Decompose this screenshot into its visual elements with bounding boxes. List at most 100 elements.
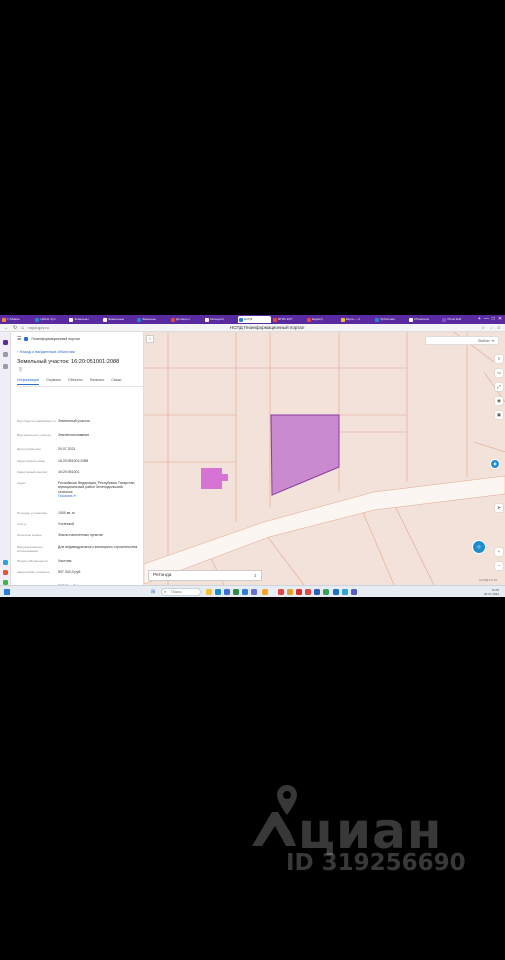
zoom-in-button[interactable]: + — [495, 548, 503, 556]
windows-start-icon[interactable]: ⊞ — [151, 589, 157, 595]
tab-label: НСПД — [243, 317, 253, 321]
reload-icon[interactable]: ↻ — [13, 324, 17, 332]
tab-label: Земельны — [142, 317, 157, 321]
panel-tab[interactable]: Информация — [17, 378, 40, 385]
system-clock[interactable]: 11:05 26.07.2024 — [484, 588, 499, 596]
browser-tab[interactable]: Р. Абакан — [1, 316, 34, 323]
print-tool[interactable]: ▭ — [495, 369, 503, 377]
tab-favicon-icon — [442, 317, 447, 322]
bookmark-icon[interactable]: ☆ — [481, 324, 485, 332]
portal-logo-icon — [24, 337, 29, 341]
panel-tab[interactable]: Связи — [111, 378, 121, 384]
tab-favicon-icon — [205, 317, 210, 322]
browser-tab[interactable]: Кадастр — [306, 316, 339, 323]
browser-tab[interactable]: Земельны — [136, 316, 169, 323]
browser-tab[interactable]: ФГИС ЕГР — [272, 316, 305, 323]
taskbar-search[interactable]: Поиск — [161, 588, 201, 596]
tab-label: Кадастр — [311, 317, 324, 321]
attribute-value-text: Для индивидуального жилищного строительс… — [58, 545, 138, 549]
copy-icon[interactable]: ⎘ — [19, 367, 143, 372]
zoom-out-button[interactable]: − — [495, 562, 503, 570]
attribute-row: Вид земельного участка Землепользование — [17, 433, 139, 437]
excel-app-icon[interactable] — [233, 589, 239, 595]
tab-favicon-icon — [35, 317, 40, 322]
measure-tool[interactable]: ⤢ — [495, 383, 503, 391]
panel-tab[interactable]: Объекты — [68, 378, 83, 384]
attribute-label: Адрес — [17, 481, 26, 485]
vk-icon[interactable] — [3, 570, 8, 575]
browser-tab[interactable]: Земельны — [68, 316, 101, 323]
attribute-value-text: 16:20:051001 — [58, 470, 80, 474]
browser-tab[interactable]: Объявлени — [408, 316, 441, 323]
attribute-row: Вид объекта недвижимости Земельный участо… — [17, 419, 139, 423]
support-button[interactable]: ◎ — [472, 540, 486, 554]
widgets-icon[interactable] — [4, 589, 10, 595]
login-label: Войти — [478, 338, 490, 343]
layers-tool[interactable]: ≡ — [495, 355, 503, 363]
tab-label: Договор о — [176, 317, 190, 321]
chat-assistant-button[interactable]: ◉ — [490, 459, 500, 469]
word-app-icon[interactable] — [314, 589, 320, 595]
map-view[interactable]: ‹ Войти ⇥ ≡ ▭ ⤢ ◉ ▣ ◉ ➤ + − ◎ Ретонда ⇕ … — [144, 332, 505, 585]
calendar-icon[interactable] — [3, 364, 8, 369]
attribute-row: Кадастровый номер 16:20:051001:2088 — [17, 459, 139, 463]
layer-select[interactable]: Ретонда ⇕ — [148, 570, 262, 581]
attribute-label: Категория земель — [17, 533, 42, 537]
back-icon[interactable]: ← — [4, 324, 9, 332]
new-tab-icon[interactable]: + — [478, 316, 481, 323]
browser-tab[interactable]: Земельные — [102, 316, 135, 323]
url-field[interactable]: nspd.gov.ru — [28, 325, 58, 330]
maximize-icon[interactable]: □ — [492, 316, 495, 323]
menu-icon[interactable]: ≡ — [497, 324, 500, 332]
attribute-value-text: Учтенный — [58, 522, 74, 526]
browser-tab[interactable]: Калькулят — [204, 316, 237, 323]
attribute-label: Вид разрешенного использования — [17, 545, 44, 553]
back-to-results-link[interactable]: ‹ Назад к найденным объектам — [17, 349, 143, 355]
attribute-label: Кадастровый квартал — [17, 470, 48, 474]
tab-label: Объявлени — [413, 317, 430, 321]
store-app-icon[interactable] — [224, 589, 230, 595]
attribute-row: Дата присвоения 20.07.2021 — [17, 447, 139, 451]
browser-tab[interactable]: Карта — 2 — [340, 316, 373, 323]
yandex-app-icon[interactable] — [278, 589, 284, 595]
hamburger-icon[interactable]: ☰ — [17, 336, 21, 342]
mail-icon[interactable] — [3, 352, 8, 357]
locate-tool[interactable]: ➤ — [495, 504, 503, 512]
close-icon[interactable]: ✕ — [498, 316, 502, 323]
browser-tab[interactable]: ЦИАН: Куп — [34, 316, 67, 323]
files-app-icon[interactable] — [262, 589, 268, 595]
selected-plot-marker[interactable] — [201, 468, 222, 489]
attribute-value-text: 16:20:051001:2088 — [58, 459, 89, 463]
teams-app-icon[interactable] — [351, 589, 357, 595]
tab-label: Р. Абакан — [6, 317, 20, 321]
legend-tool[interactable]: ◉ — [495, 397, 503, 405]
tab-label: Photo Edit — [447, 317, 462, 321]
browser-app-icon[interactable] — [305, 589, 311, 595]
basemap-tool[interactable]: ▣ — [495, 411, 503, 419]
show-more-link[interactable]: Показать ▾ — [58, 494, 139, 498]
browser-tab[interactable]: Photo Edit — [441, 316, 474, 323]
download-icon[interactable]: ↓ — [490, 324, 492, 332]
outlook-app-icon[interactable] — [333, 589, 339, 595]
opera-app-icon[interactable] — [296, 589, 302, 595]
browser-tab[interactable]: Договор о — [170, 316, 203, 323]
chrome-app-icon[interactable] — [287, 589, 293, 595]
vpn-app-icon[interactable] — [323, 589, 329, 595]
explorer-app-icon[interactable] — [206, 589, 212, 595]
mail-app-icon[interactable] — [242, 589, 248, 595]
edge-app-icon[interactable] — [215, 589, 221, 595]
panel-tab[interactable]: Наличие — [90, 378, 105, 384]
panel-tab[interactable]: Сервисы — [46, 378, 61, 384]
photos-app-icon[interactable] — [251, 589, 257, 595]
login-button[interactable]: Войти ⇥ — [425, 336, 499, 345]
selected-plot-outline[interactable] — [270, 414, 340, 496]
telegram-icon[interactable] — [3, 560, 8, 565]
attribute-label: Форма собственности — [17, 559, 48, 563]
minimize-icon[interactable]: — — [484, 316, 489, 323]
messenger-icon[interactable] — [3, 340, 8, 345]
home-icon[interactable]: ⌂ — [21, 324, 24, 332]
collapse-panel-button[interactable]: ‹ — [146, 335, 154, 343]
browser-tab[interactable]: Публичная — [374, 316, 407, 323]
browser-tab[interactable]: НСПД — [237, 316, 271, 323]
skype-app-icon[interactable] — [342, 589, 348, 595]
